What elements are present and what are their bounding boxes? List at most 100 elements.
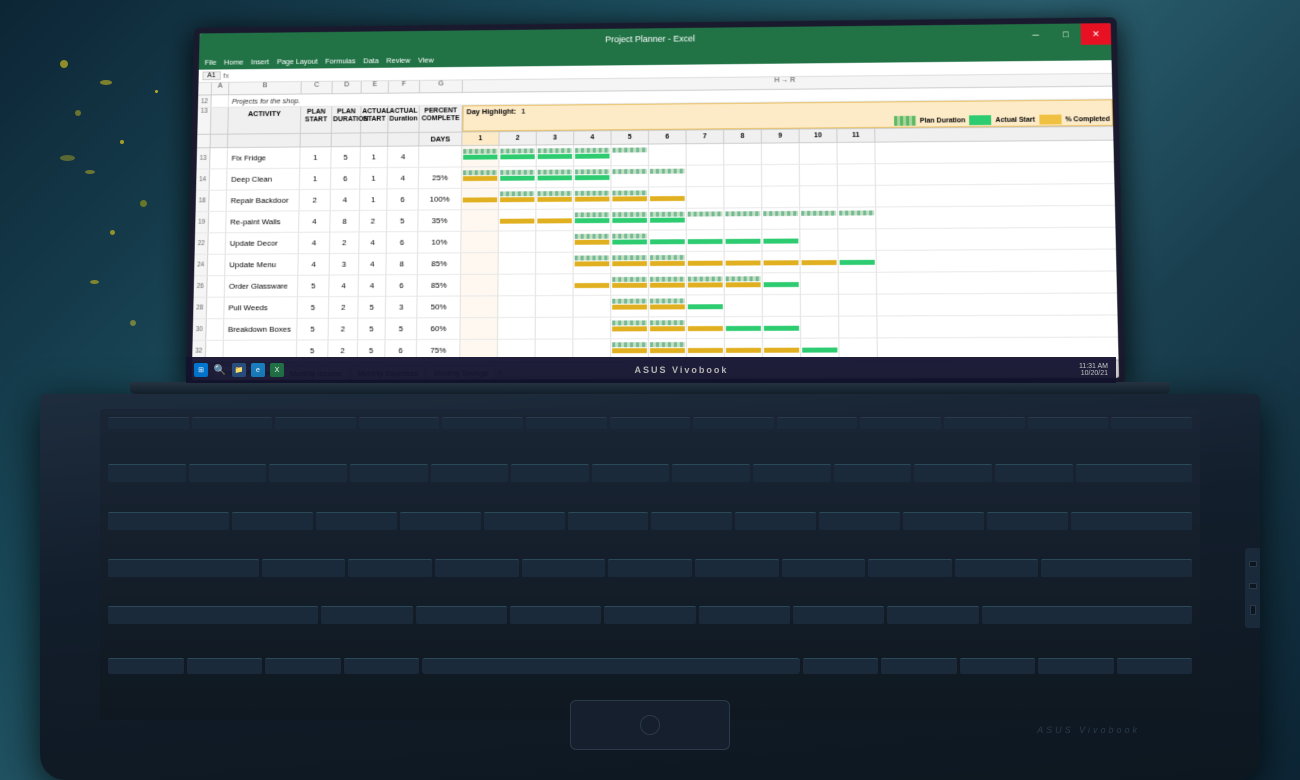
key-fn[interactable] xyxy=(187,658,263,674)
actual-dur-cell-7[interactable]: 3 xyxy=(386,297,418,318)
key-7[interactable] xyxy=(672,464,750,482)
key-esc[interactable] xyxy=(108,417,189,429)
key-x[interactable] xyxy=(416,606,507,624)
plan-dur-cell-1[interactable]: 6 xyxy=(331,168,361,189)
spreadsheet-rows[interactable]: 12 Projects for the shop. 13 ACTIVITY PL… xyxy=(192,87,1118,363)
close-button[interactable]: ✕ xyxy=(1081,23,1112,45)
key-a[interactable] xyxy=(262,559,346,577)
activity-cell-0[interactable]: Fix Fridge xyxy=(227,147,300,168)
plan-start-cell-2[interactable]: 2 xyxy=(299,190,330,211)
file-explorer-icon[interactable]: 📁 xyxy=(232,363,246,377)
key-f7[interactable] xyxy=(693,417,774,429)
key-j[interactable] xyxy=(782,559,866,577)
key-rshift[interactable] xyxy=(982,606,1192,624)
activity-cell-1[interactable]: Deep Clean xyxy=(227,169,300,190)
key-arrow-left[interactable] xyxy=(960,658,1036,674)
ribbon-data[interactable]: Data xyxy=(363,56,378,65)
key-1[interactable] xyxy=(189,464,267,482)
actual-start-cell-1[interactable]: 1 xyxy=(360,168,388,189)
key-arrow-right[interactable] xyxy=(1117,658,1193,674)
key-arrow-up[interactable] xyxy=(1038,658,1114,674)
key-backtick[interactable] xyxy=(108,464,186,482)
start-button[interactable]: ⊞ xyxy=(194,363,208,377)
key-minus[interactable] xyxy=(995,464,1073,482)
plan-start-cell-5[interactable]: 4 xyxy=(298,254,330,275)
actual-start-cell-6[interactable]: 4 xyxy=(359,275,387,296)
plan-start-cell-7[interactable]: 5 xyxy=(298,297,330,318)
key-space[interactable] xyxy=(422,658,800,674)
plan-dur-cell-3[interactable]: 8 xyxy=(330,211,360,232)
plan-dur-cell-2[interactable]: 4 xyxy=(331,190,361,211)
plan-start-cell-8[interactable]: 5 xyxy=(297,319,329,340)
ribbon-review[interactable]: Review xyxy=(386,55,410,64)
touchpad[interactable] xyxy=(570,700,730,750)
minimize-button[interactable]: ─ xyxy=(1020,24,1050,46)
ribbon-file[interactable]: File xyxy=(205,58,217,67)
actual-start-cell-8[interactable]: 5 xyxy=(358,318,386,339)
key-backspace[interactable] xyxy=(1076,464,1192,482)
cell-reference[interactable]: A1 xyxy=(202,71,220,80)
key-v[interactable] xyxy=(604,606,695,624)
key-f1[interactable] xyxy=(192,417,273,429)
key-e[interactable] xyxy=(400,512,481,530)
plan-start-cell-1[interactable]: 1 xyxy=(300,168,331,189)
actual-dur-cell-8[interactable]: 5 xyxy=(386,318,418,339)
key-o[interactable] xyxy=(903,512,984,530)
ribbon-home[interactable]: Home xyxy=(224,57,243,66)
key-d[interactable] xyxy=(435,559,519,577)
key-f6[interactable] xyxy=(610,417,691,429)
key-alt-left[interactable] xyxy=(344,658,420,674)
key-u[interactable] xyxy=(735,512,816,530)
actual-dur-cell-6[interactable]: 6 xyxy=(386,275,418,296)
key-6[interactable] xyxy=(592,464,670,482)
actual-dur-cell-1[interactable]: 4 xyxy=(388,168,420,189)
key-caps[interactable] xyxy=(108,559,259,577)
key-alt-right[interactable] xyxy=(803,658,879,674)
key-p[interactable] xyxy=(987,512,1068,530)
pct-cell-0[interactable] xyxy=(419,146,462,167)
key-9[interactable] xyxy=(834,464,912,482)
key-f11[interactable] xyxy=(1028,417,1109,429)
plan-dur-cell-0[interactable]: 5 xyxy=(331,147,361,168)
key-f4[interactable] xyxy=(442,417,523,429)
pct-cell-4[interactable]: 10% xyxy=(418,232,461,253)
activity-cell-6[interactable]: Order Glassware xyxy=(225,276,299,297)
pct-cell-8[interactable]: 60% xyxy=(417,318,461,339)
plan-start-cell-0[interactable]: 1 xyxy=(300,147,331,168)
plan-dur-cell-5[interactable]: 3 xyxy=(330,254,360,275)
key-l[interactable] xyxy=(955,559,1039,577)
key-k[interactable] xyxy=(868,559,952,577)
key-i[interactable] xyxy=(819,512,900,530)
key-r[interactable] xyxy=(484,512,565,530)
key-tab[interactable] xyxy=(108,512,229,530)
key-b[interactable] xyxy=(699,606,790,624)
activity-cell-4[interactable]: Update Decor xyxy=(226,233,299,254)
key-f8[interactable] xyxy=(777,417,858,429)
pct-cell-1[interactable]: 25% xyxy=(419,167,462,188)
actual-start-cell-0[interactable]: 1 xyxy=(361,147,389,168)
actual-dur-cell-3[interactable]: 5 xyxy=(387,211,419,232)
ribbon-formulas[interactable]: Formulas xyxy=(325,56,355,65)
actual-dur-cell-5[interactable]: 8 xyxy=(386,254,418,275)
activity-cell-2[interactable]: Repair Backdoor xyxy=(227,190,300,211)
key-c[interactable] xyxy=(510,606,601,624)
key-f5[interactable] xyxy=(526,417,607,429)
key-f10[interactable] xyxy=(944,417,1025,429)
key-z[interactable] xyxy=(321,606,412,624)
plan-dur-cell-7[interactable]: 2 xyxy=(329,297,359,318)
plan-start-cell-6[interactable]: 5 xyxy=(298,276,330,297)
fingerprint-sensor[interactable] xyxy=(640,715,660,735)
activity-cell-3[interactable]: Re-paint Walls xyxy=(226,211,299,232)
actual-dur-cell-0[interactable]: 4 xyxy=(388,146,419,167)
plan-dur-cell-8[interactable]: 2 xyxy=(329,319,359,340)
key-f3[interactable] xyxy=(359,417,440,429)
key-enter-top[interactable] xyxy=(1071,512,1192,530)
plan-dur-cell-6[interactable]: 4 xyxy=(329,275,359,296)
key-f12[interactable] xyxy=(1111,417,1192,429)
key-q[interactable] xyxy=(232,512,313,530)
key-f[interactable] xyxy=(522,559,606,577)
activity-cell-5[interactable]: Update Menu xyxy=(225,254,298,275)
ribbon-page-layout[interactable]: Page Layout xyxy=(277,56,318,65)
pct-cell-7[interactable]: 50% xyxy=(417,297,461,318)
pct-cell-3[interactable]: 35% xyxy=(418,210,461,231)
